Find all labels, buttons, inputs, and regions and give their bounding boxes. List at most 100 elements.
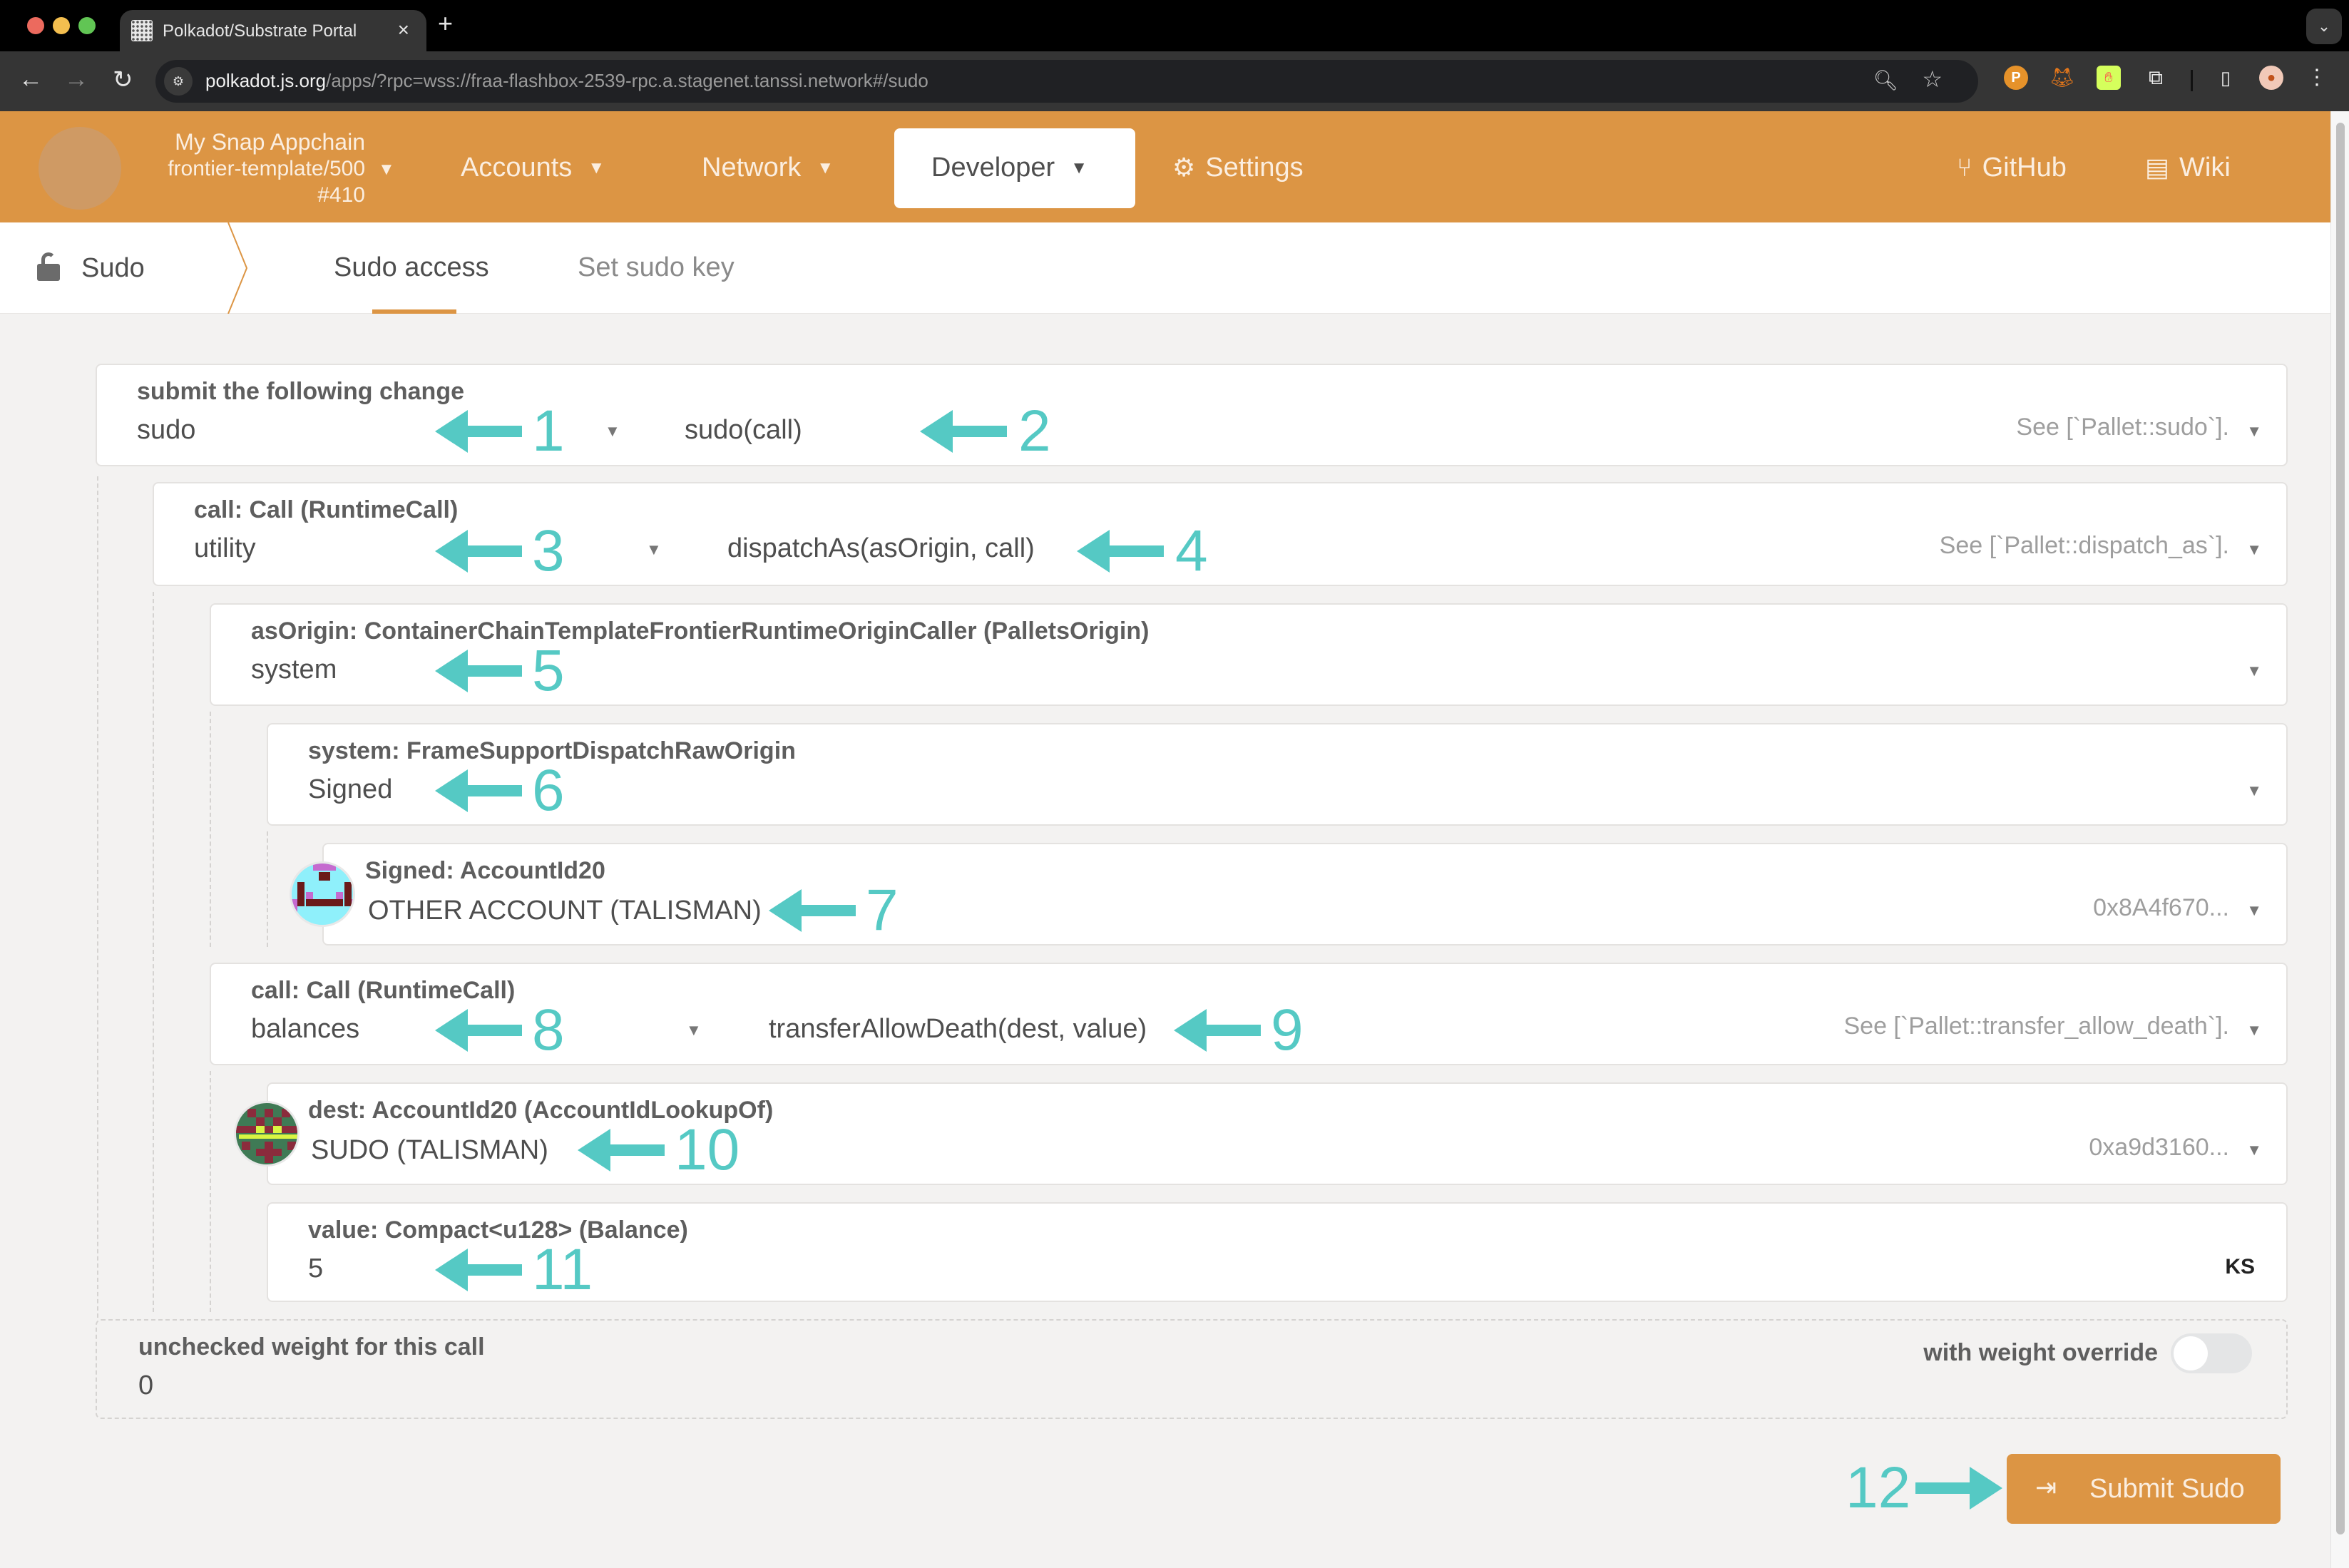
annotation-label: 2 <box>1018 399 1051 463</box>
chevron-down-icon[interactable]: ▼ <box>2246 1021 2262 1040</box>
field-label: value: Compact<u128> (Balance) <box>308 1216 688 1244</box>
page-scrollbar[interactable] <box>2330 111 2349 1568</box>
origin-dropdown[interactable]: system <box>251 655 337 685</box>
chevron-down-icon[interactable]: ▼ <box>686 1021 702 1040</box>
close-window-button[interactable] <box>27 17 44 34</box>
annotation-label: 10 <box>675 1117 740 1182</box>
amount-input[interactable]: 5 <box>308 1254 323 1284</box>
account-dropdown[interactable]: SUDO (TALISMAN) <box>311 1135 548 1166</box>
maximize-window-button[interactable] <box>78 17 96 34</box>
chevron-down-icon[interactable]: ▼ <box>2246 782 2262 800</box>
address-bar[interactable]: ⚙ polkadot.js.org/apps/?rpc=wss://fraa-f… <box>155 60 1978 103</box>
new-tab-button[interactable]: + <box>438 9 453 39</box>
chevron-down-icon[interactable]: ▼ <box>2246 662 2262 680</box>
code-branch-icon: ⑂ <box>1957 153 1972 182</box>
dest-account-field[interactable]: dest: AccountId20 (AccountIdLookupOf) SU… <box>267 1082 2288 1185</box>
chevron-down-icon[interactable]: ▼ <box>2246 1141 2262 1159</box>
account-dropdown[interactable]: OTHER ACCOUNT (TALISMAN) <box>368 896 762 926</box>
menu-network[interactable]: Network ▼ <box>702 153 834 183</box>
back-icon[interactable]: ← <box>19 66 43 93</box>
talisman-extension-icon[interactable]: ✋︎ <box>2097 66 2121 90</box>
polkadot-extension-icon[interactable]: P <box>2004 66 2028 90</box>
raw-origin-dropdown[interactable]: Signed <box>308 774 392 805</box>
annotation-arrow-icon <box>1077 530 1164 573</box>
url-path: /apps/?rpc=wss://fraa-flashbox-2539-rpc.… <box>326 70 928 91</box>
tab-search-button[interactable]: ⌄ <box>2306 9 2342 44</box>
annotation-arrow-icon <box>920 410 1007 453</box>
tab-sudo-access[interactable]: Sudo access <box>334 252 489 283</box>
browser-menu-icon[interactable]: ⋮ <box>2305 66 2329 90</box>
site-info-icon[interactable]: ⚙ <box>164 67 193 96</box>
forward-icon[interactable]: → <box>64 66 88 93</box>
weight-override-label: with weight override <box>1923 1339 2158 1366</box>
submit-sudo-button[interactable]: ⇥ Submit Sudo <box>2007 1454 2281 1524</box>
method-doc-hint: See [`Pallet::dispatch_as`]. <box>1939 532 2229 559</box>
close-tab-icon[interactable]: × <box>398 19 409 41</box>
menu-wiki-label: Wiki <box>2179 153 2231 183</box>
bookmark-star-icon[interactable]: ☆ <box>1922 66 1943 93</box>
menu-settings[interactable]: ⚙ Settings <box>1172 153 1304 183</box>
extensions-puzzle-icon[interactable]: ⧉ <box>2144 66 2168 90</box>
submit-sudo-label: Submit Sudo <box>2089 1474 2245 1504</box>
toolbar-divider <box>2191 70 2193 91</box>
method-dropdown[interactable]: sudo(call) <box>685 415 802 446</box>
minimize-window-button[interactable] <box>53 17 70 34</box>
profile-avatar-icon[interactable]: ● <box>2259 66 2283 90</box>
field-label: call: Call (RuntimeCall) <box>251 977 516 1004</box>
annotation-arrow-icon <box>435 1009 522 1052</box>
sign-in-icon: ⇥ <box>2035 1472 2057 1502</box>
chain-selector[interactable]: My Snap Appchain frontier-template/500 #… <box>143 128 365 208</box>
account-address: 0xa9d3160... <box>2089 1134 2229 1161</box>
annotation-arrow-icon <box>435 1249 522 1291</box>
chevron-down-icon[interactable]: ▼ <box>646 540 662 559</box>
url-text[interactable]: polkadot.js.org/apps/?rpc=wss://fraa-fla… <box>205 70 928 92</box>
polkadot-favicon-icon <box>131 20 153 41</box>
menu-developer[interactable]: Developer ▼ <box>894 128 1135 208</box>
chevron-down-icon[interactable]: ▼ <box>2246 422 2262 441</box>
browser-toolbar: ← → ↻ ⚙ polkadot.js.org/apps/?rpc=wss://… <box>0 51 2349 111</box>
weight-override-toggle[interactable] <box>2171 1333 2252 1373</box>
chain-runtime: frontier-template/500 <box>168 157 365 180</box>
reload-icon[interactable]: ↻ <box>113 66 133 94</box>
annotation-arrow-icon <box>435 410 522 453</box>
chevron-down-icon[interactable]: ▼ <box>605 422 620 441</box>
pallet-dropdown[interactable]: balances <box>251 1014 359 1045</box>
side-panel-icon[interactable]: ▯ <box>2214 66 2238 90</box>
menu-wiki[interactable]: ▤ Wiki <box>2145 153 2231 183</box>
annotation-arrow-icon <box>578 1129 665 1172</box>
chevron-down-icon[interactable]: ▼ <box>2246 901 2262 920</box>
chevron-down-icon: ▼ <box>817 158 834 178</box>
unit-label[interactable]: KS <box>2225 1255 2255 1279</box>
nesting-guide <box>267 831 268 947</box>
field-label: submit the following change <box>137 378 464 405</box>
chain-name: My Snap Appchain <box>175 129 365 155</box>
metamask-extension-icon[interactable]: 🦊︎ <box>2049 66 2075 90</box>
signed-account-field[interactable]: Signed: AccountId20 OTHER ACCOUNT (TALIS… <box>322 843 2288 946</box>
chain-logo[interactable] <box>39 127 121 210</box>
zoom-icon[interactable]: 🔍︎ <box>1873 68 1898 92</box>
browser-tab[interactable]: Polkadot/Substrate Portal × <box>120 10 426 51</box>
browser-tab-strip: Polkadot/Substrate Portal × + ⌄ <box>0 0 2349 51</box>
method-dropdown[interactable]: transferAllowDeath(dest, value) <box>769 1014 1147 1045</box>
annotation-arrow-icon <box>1915 1467 2002 1510</box>
annotation-label: 6 <box>532 758 565 823</box>
method-dropdown[interactable]: dispatchAs(asOrigin, call) <box>727 533 1035 564</box>
menu-network-label: Network <box>702 153 802 183</box>
system-origin-field[interactable]: system: FrameSupportDispatchRawOrigin Si… <box>267 723 2288 826</box>
menu-accounts-label: Accounts <box>461 153 573 183</box>
tab-set-sudo-key[interactable]: Set sudo key <box>578 252 735 283</box>
annotation-label: 3 <box>532 518 565 583</box>
annotation-label: 7 <box>866 878 899 943</box>
annotation-label: 1 <box>532 399 565 463</box>
chevron-down-icon[interactable]: ▼ <box>2246 540 2262 559</box>
menu-github[interactable]: ⑂ GitHub <box>1957 153 2067 183</box>
pallet-dropdown[interactable]: utility <box>194 533 256 564</box>
submit-change-field: submit the following change sudo ▼ sudo(… <box>96 364 2288 466</box>
scrollbar-thumb[interactable] <box>2336 123 2345 1534</box>
pallet-dropdown[interactable]: sudo <box>137 415 195 446</box>
chain-chevron-down-icon[interactable]: ▼ <box>378 160 395 180</box>
menu-accounts[interactable]: Accounts ▼ <box>461 153 605 183</box>
nesting-guide <box>153 592 154 1312</box>
nesting-guide <box>210 712 211 947</box>
breadcrumb-separator <box>227 222 248 314</box>
